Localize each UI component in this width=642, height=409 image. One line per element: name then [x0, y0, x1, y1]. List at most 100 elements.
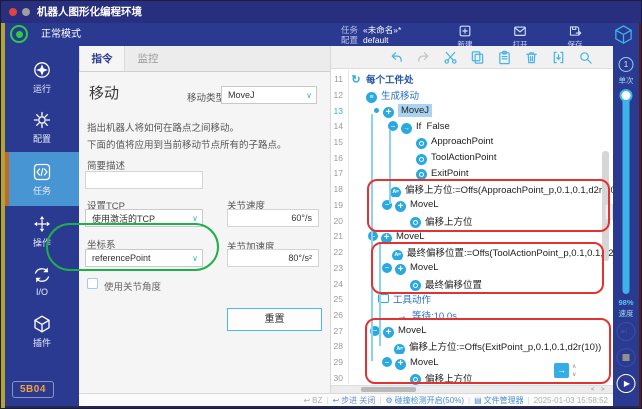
- sidebar-item-io[interactable]: I/O: [5, 256, 79, 306]
- tree-row[interactable]: 21 − + MoveL: [331, 228, 613, 244]
- save-file-icon: [568, 24, 582, 38]
- waypoint-icon: [416, 165, 427, 181]
- tree-row[interactable]: 12 ≡ 生成移动: [331, 87, 613, 103]
- assign-icon: A=: [390, 181, 401, 197]
- tcp-select[interactable]: 使用激活的TCP: [85, 209, 203, 227]
- task-config-meta: 任务«未命名»* 配置default: [341, 25, 401, 45]
- tree-row[interactable]: 20 偏移上方位: [331, 213, 613, 229]
- status-item[interactable]: ▤ 文件管理器: [474, 395, 524, 406]
- config-value: default: [363, 35, 389, 45]
- scroll-down-icon[interactable]: ∨: [572, 371, 576, 378]
- sidebar-item-run[interactable]: 运行: [5, 52, 79, 102]
- joint-accel-input[interactable]: 80°/s²: [227, 249, 319, 267]
- tree-row[interactable]: 24 最终偏移位置: [331, 276, 613, 292]
- description-line-1: 指出机器人将如何在路点之间移动。: [87, 120, 239, 134]
- collapse-minus-icon[interactable]: −: [382, 357, 392, 367]
- tab-command[interactable]: 指令: [79, 46, 125, 71]
- step-button[interactable]: ▶▏: [617, 322, 636, 341]
- status-item[interactable]: ↩ 步进 关闭: [332, 395, 375, 406]
- tree-row[interactable]: 16 ToolActionPoint: [331, 150, 613, 166]
- sidebar-items: 运行 配置 任务 操作 I/O 插件: [5, 52, 79, 356]
- brief-desc-label: 简要描述: [87, 158, 125, 172]
- tree-row[interactable]: 13 + MoveJ: [331, 103, 613, 119]
- tree-row[interactable]: 22 A= 最终偏移位置:=Offs(ToolActionPoint_p,0.1…: [331, 244, 613, 260]
- tree-row[interactable]: 29 − + MoveL: [331, 354, 613, 370]
- status-separator: |: [528, 396, 530, 405]
- search-icon[interactable]: [578, 50, 593, 65]
- speed-slider-track[interactable]: [623, 92, 630, 294]
- tree-row[interactable]: 18 A= 偏移上方位:=Offs(ApproachPoint_p,0.1,0.…: [331, 181, 613, 197]
- sidebar-item-task[interactable]: 任务: [5, 152, 79, 206]
- tree-row[interactable]: 28 A= 偏移上方位:=Offs(ExitPoint_p,0.1,0.1,d2…: [331, 338, 613, 354]
- app-window: 机器人图形化编程环境 正常模式 任务«未命名»* 配置default 新建 打开…: [0, 0, 642, 409]
- single-run-icon[interactable]: 1: [619, 57, 634, 72]
- sidebar-item-plugin[interactable]: 插件: [5, 306, 79, 356]
- status-separator: |: [326, 396, 328, 405]
- tree-row[interactable]: 11 ↻ 每个工件处: [331, 71, 613, 87]
- waypoint-icon: [416, 134, 427, 150]
- insert-icon[interactable]: [551, 50, 566, 65]
- tree-row[interactable]: 30 偏移上方位: [331, 370, 613, 386]
- status-separator: |: [468, 396, 470, 405]
- horizontal-scroll-thumb[interactable]: [361, 387, 416, 392]
- waypoint-icon: [410, 276, 421, 292]
- tree-row[interactable]: 17 ExitPoint: [331, 165, 613, 181]
- window-close-icon[interactable]: [9, 8, 17, 16]
- tree-horizontal-scrollbar[interactable]: < >: [331, 385, 613, 393]
- window-edge-left: [1, 23, 5, 408]
- scroll-up-icon[interactable]: ∧: [572, 363, 576, 370]
- tree-connector-line: [371, 114, 373, 361]
- speed-slider-knob[interactable]: [620, 89, 633, 102]
- tree-row[interactable]: 23 − + MoveL: [331, 260, 613, 276]
- tree-row[interactable]: 14 − → If False: [331, 118, 613, 134]
- mode-status-icon: [10, 25, 28, 43]
- move-icon: +: [381, 228, 392, 244]
- tree-toolbar: [331, 46, 613, 69]
- frame-select[interactable]: referencePoint: [85, 249, 203, 267]
- tree-row[interactable]: 27 − + MoveL: [331, 323, 613, 339]
- page-title: 移动: [89, 82, 119, 103]
- speed-percent: 98%: [618, 298, 633, 307]
- paste-icon[interactable]: [497, 50, 512, 65]
- assign-icon: A=: [392, 244, 403, 260]
- task-value: «未命名»*: [363, 25, 401, 35]
- brief-desc-input[interactable]: [85, 171, 203, 189]
- new-file-icon: [458, 24, 472, 38]
- move-type-select[interactable]: MoveJ: [221, 86, 317, 104]
- title-bar: 机器人图形化编程环境: [1, 1, 642, 23]
- form-tabbar: 指令 监控: [79, 46, 330, 72]
- tree-row[interactable]: 26 → 等待:10.0s: [331, 307, 613, 323]
- joint-speed-input[interactable]: 60°/s: [227, 209, 319, 227]
- tree-row[interactable]: 15 ApproachPoint: [331, 134, 613, 150]
- window-minimize-icon[interactable]: [22, 8, 30, 16]
- status-item[interactable]: ↩ BZ: [303, 396, 322, 405]
- speed-label: 速度: [619, 308, 634, 319]
- cut-icon[interactable]: [443, 50, 458, 65]
- collapse-minus-icon[interactable]: −: [382, 263, 392, 273]
- play-button[interactable]: ▶: [617, 374, 636, 393]
- open-file-icon: [513, 24, 527, 38]
- connector-dot-icon: [374, 108, 379, 113]
- copy-icon[interactable]: [470, 50, 485, 65]
- tree-row[interactable]: 19 − + MoveL: [331, 197, 613, 213]
- status-bar: ↩ BZ| ↩ 步进 关闭| ⚙ 碰撞检测开启(50%)| ▤ 文件管理器| 2…: [79, 393, 613, 406]
- tab-monitor[interactable]: 监控: [125, 46, 171, 71]
- redo-icon[interactable]: [416, 50, 431, 65]
- program-tree-panel: 11 ↻ 每个工件处 12 ≡ 生成移动 13 + MoveJ 14 − → I…: [331, 46, 613, 393]
- reset-button[interactable]: 重置: [227, 308, 322, 331]
- use-joint-angle-label: 使用关节角度: [104, 279, 161, 293]
- status-item[interactable]: ⚙ 碰撞检测开启(50%): [385, 395, 464, 406]
- collapse-minus-icon[interactable]: −: [368, 231, 378, 241]
- sidebar-item-jog[interactable]: 操作: [5, 206, 79, 256]
- step-small-icon: ↩: [332, 396, 339, 405]
- undo-icon[interactable]: [389, 50, 404, 65]
- sidebar-item-config[interactable]: 配置: [5, 102, 79, 152]
- collapse-panel-handle[interactable]: ‹: [605, 204, 613, 220]
- delete-icon[interactable]: [524, 50, 539, 65]
- tree-row[interactable]: 25 工具动作: [331, 291, 613, 307]
- stop-button[interactable]: [617, 348, 636, 367]
- plugin-cube-icon: [32, 314, 52, 334]
- scroll-next-button[interactable]: →: [554, 363, 569, 378]
- io-sync-icon: [32, 265, 52, 285]
- use-joint-angle-checkbox[interactable]: [87, 278, 98, 289]
